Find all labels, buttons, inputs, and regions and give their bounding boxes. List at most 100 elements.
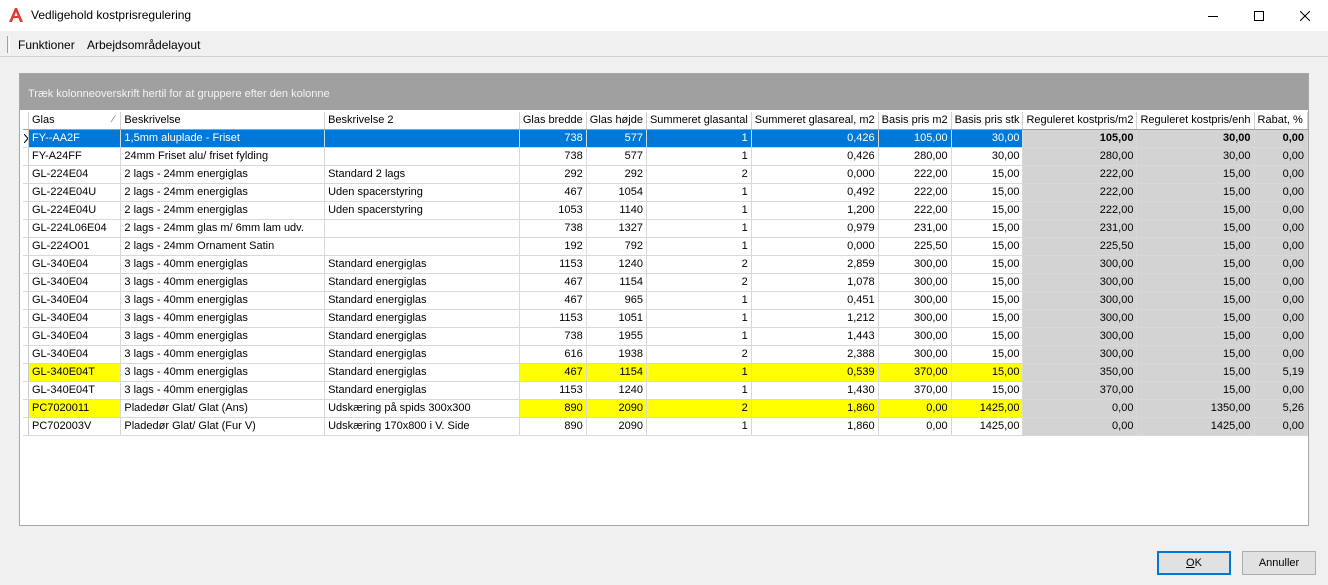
column-header-basis-pris-stk[interactable]: Basis pris stk	[951, 112, 1024, 130]
cell-summeret-glasareal[interactable]: 2,388	[751, 345, 879, 364]
column-header-summeret-glasareal[interactable]: Summeret glasareal, m2	[751, 112, 879, 130]
cell-glas-bredde[interactable]: 738	[519, 147, 587, 166]
table-row[interactable]: FY--AA2F 1,5mm aluplade - Friset 738 577 1 0,…	[23, 129, 1309, 148]
cell-beskrivelse[interactable]: 3 lags - 40mm energiglas	[120, 255, 326, 274]
cell-summeret-glasantal[interactable]: 1	[646, 201, 752, 220]
cell-basis-pris-m2[interactable]: 300,00	[878, 291, 952, 310]
cell-glas-hoejde[interactable]: 965	[586, 291, 647, 310]
cell-summeret-glasareal[interactable]: 1,860	[751, 399, 879, 418]
cell-glas[interactable]: PC702003V	[28, 417, 122, 436]
cell-summeret-glasantal[interactable]: 1	[646, 291, 752, 310]
cell-beskrivelse-2[interactable]: Standard energiglas	[324, 291, 520, 310]
cell-summeret-glasantal[interactable]: 2	[646, 345, 752, 364]
column-header-glas[interactable]: Glas ∕	[28, 112, 122, 130]
cell-beskrivelse-2[interactable]: Standard energiglas	[324, 273, 520, 292]
cell-glas-bredde[interactable]: 738	[519, 129, 587, 148]
cell-reguleret-kostpris-enh[interactable]: 15,00	[1136, 381, 1255, 400]
cell-rabat[interactable]: 0,00	[1254, 201, 1309, 220]
cell-summeret-glasareal[interactable]: 0,492	[751, 183, 879, 202]
cell-glas[interactable]: GL-340E04	[28, 291, 122, 310]
cell-beskrivelse[interactable]: 2 lags - 24mm energiglas	[120, 183, 326, 202]
cell-reguleret-kostpris-m2[interactable]: 105,00	[1022, 129, 1138, 148]
cell-glas-hoejde[interactable]: 577	[586, 129, 647, 148]
cell-glas-bredde[interactable]: 467	[519, 273, 587, 292]
cell-reguleret-kostpris-enh[interactable]: 30,00	[1136, 129, 1255, 148]
cell-beskrivelse-2[interactable]: Standard energiglas	[324, 255, 520, 274]
cell-summeret-glasareal[interactable]: 1,200	[751, 201, 879, 220]
cell-glas-bredde[interactable]: 292	[519, 165, 587, 184]
cell-summeret-glasantal[interactable]: 2	[646, 165, 752, 184]
table-row[interactable]: GL-340E04 3 lags - 40mm energiglas Standar…	[23, 345, 1309, 364]
cell-beskrivelse-2[interactable]: Standard energiglas	[324, 327, 520, 346]
cell-summeret-glasantal[interactable]: 1	[646, 129, 752, 148]
cell-rabat[interactable]: 0,00	[1254, 345, 1309, 364]
cell-beskrivelse[interactable]: 3 lags - 40mm energiglas	[120, 273, 326, 292]
table-row[interactable]: GL-340E04 3 lags - 40mm energiglas Standar…	[23, 327, 1309, 346]
table-row[interactable]: GL-224O01 2 lags - 24mm Ornament Satin 192…	[23, 237, 1309, 256]
cell-summeret-glasantal[interactable]: 1	[646, 183, 752, 202]
cell-basis-pris-m2[interactable]: 0,00	[878, 399, 952, 418]
cell-reguleret-kostpris-enh[interactable]: 30,00	[1136, 147, 1255, 166]
cell-glas[interactable]: FY-A24FF	[28, 147, 122, 166]
cell-glas[interactable]: PC7020011	[28, 399, 122, 418]
cell-summeret-glasareal[interactable]: 1,430	[751, 381, 879, 400]
cell-basis-pris-stk[interactable]: 15,00	[951, 255, 1024, 274]
cell-basis-pris-m2[interactable]: 222,00	[878, 165, 952, 184]
toolbar-grip[interactable]	[7, 36, 10, 53]
cell-summeret-glasantal[interactable]: 1	[646, 417, 752, 436]
cell-reguleret-kostpris-m2[interactable]: 300,00	[1022, 291, 1138, 310]
cell-rabat[interactable]: 0,00	[1254, 291, 1309, 310]
cell-reguleret-kostpris-enh[interactable]: 15,00	[1136, 363, 1255, 382]
cell-glas-bredde[interactable]: 1153	[519, 255, 587, 274]
cell-basis-pris-stk[interactable]: 1425,00	[951, 399, 1024, 418]
group-by-panel[interactable]: Træk kolonneoverskrift hertil for at gru…	[20, 74, 1308, 110]
cell-reguleret-kostpris-m2[interactable]: 300,00	[1022, 345, 1138, 364]
cell-glas-bredde[interactable]: 738	[519, 327, 587, 346]
cell-reguleret-kostpris-m2[interactable]: 222,00	[1022, 183, 1138, 202]
cell-glas-hoejde[interactable]: 1240	[586, 255, 647, 274]
cell-beskrivelse[interactable]: 2 lags - 24mm energiglas	[120, 165, 326, 184]
cell-glas-hoejde[interactable]: 2090	[586, 417, 647, 436]
cell-basis-pris-stk[interactable]: 15,00	[951, 183, 1024, 202]
cell-summeret-glasareal[interactable]: 1,860	[751, 417, 879, 436]
cell-beskrivelse[interactable]: 3 lags - 40mm energiglas	[120, 291, 326, 310]
cell-summeret-glasantal[interactable]: 1	[646, 219, 752, 238]
cell-glas[interactable]: GL-224L06E04	[28, 219, 122, 238]
cell-reguleret-kostpris-m2[interactable]: 222,00	[1022, 201, 1138, 220]
cell-summeret-glasantal[interactable]: 2	[646, 399, 752, 418]
cell-beskrivelse-2[interactable]: Udskæring 170x800 i V. Side	[324, 417, 520, 436]
cell-rabat[interactable]: 0,00	[1254, 237, 1309, 256]
cell-beskrivelse[interactable]: 3 lags - 40mm energiglas	[120, 363, 326, 382]
cell-reguleret-kostpris-enh[interactable]: 15,00	[1136, 183, 1255, 202]
cell-glas[interactable]: FY--AA2F	[28, 129, 122, 148]
cell-beskrivelse[interactable]: 24mm Friset alu/ friset fylding	[120, 147, 326, 166]
column-header-beskrivelse[interactable]: Beskrivelse	[120, 112, 326, 130]
cell-basis-pris-m2[interactable]: 231,00	[878, 219, 952, 238]
cell-rabat[interactable]: 0,00	[1254, 219, 1309, 238]
cell-basis-pris-m2[interactable]: 0,00	[878, 417, 952, 436]
cell-summeret-glasantal[interactable]: 1	[646, 147, 752, 166]
cell-summeret-glasantal[interactable]: 1	[646, 381, 752, 400]
cell-glas-bredde[interactable]: 1053	[519, 201, 587, 220]
column-header-summeret-glasantal[interactable]: Summeret glasantal	[646, 112, 752, 130]
cell-beskrivelse-2[interactable]: Uden spacerstyring	[324, 183, 520, 202]
cell-glas[interactable]: GL-224E04U	[28, 183, 122, 202]
cell-beskrivelse[interactable]: Pladedør Glat/ Glat (Fur V)	[120, 417, 326, 436]
cell-reguleret-kostpris-enh[interactable]: 15,00	[1136, 327, 1255, 346]
table-row[interactable]: GL-340E04T 3 lags - 40mm energiglas Standa…	[23, 363, 1309, 382]
cell-summeret-glasantal[interactable]: 1	[646, 237, 752, 256]
cell-glas-bredde[interactable]: 1153	[519, 381, 587, 400]
cell-reguleret-kostpris-enh[interactable]: 15,00	[1136, 201, 1255, 220]
close-button[interactable]	[1282, 0, 1328, 31]
column-header-rabat[interactable]: Rabat, %	[1254, 112, 1309, 130]
cell-glas-bredde[interactable]: 467	[519, 291, 587, 310]
table-row[interactable]: GL-224E04U 2 lags - 24mm energiglas Uden s…	[23, 183, 1309, 202]
cell-glas-hoejde[interactable]: 1154	[586, 273, 647, 292]
cell-beskrivelse[interactable]: 2 lags - 24mm energiglas	[120, 201, 326, 220]
cell-glas-hoejde[interactable]: 577	[586, 147, 647, 166]
cell-reguleret-kostpris-m2[interactable]: 280,00	[1022, 147, 1138, 166]
cell-rabat[interactable]: 0,00	[1254, 309, 1309, 328]
table-row[interactable]: FY-A24FF 24mm Friset alu/ friset fylding 7…	[23, 147, 1309, 166]
cell-reguleret-kostpris-m2[interactable]: 225,50	[1022, 237, 1138, 256]
cell-beskrivelse[interactable]: 3 lags - 40mm energiglas	[120, 345, 326, 364]
